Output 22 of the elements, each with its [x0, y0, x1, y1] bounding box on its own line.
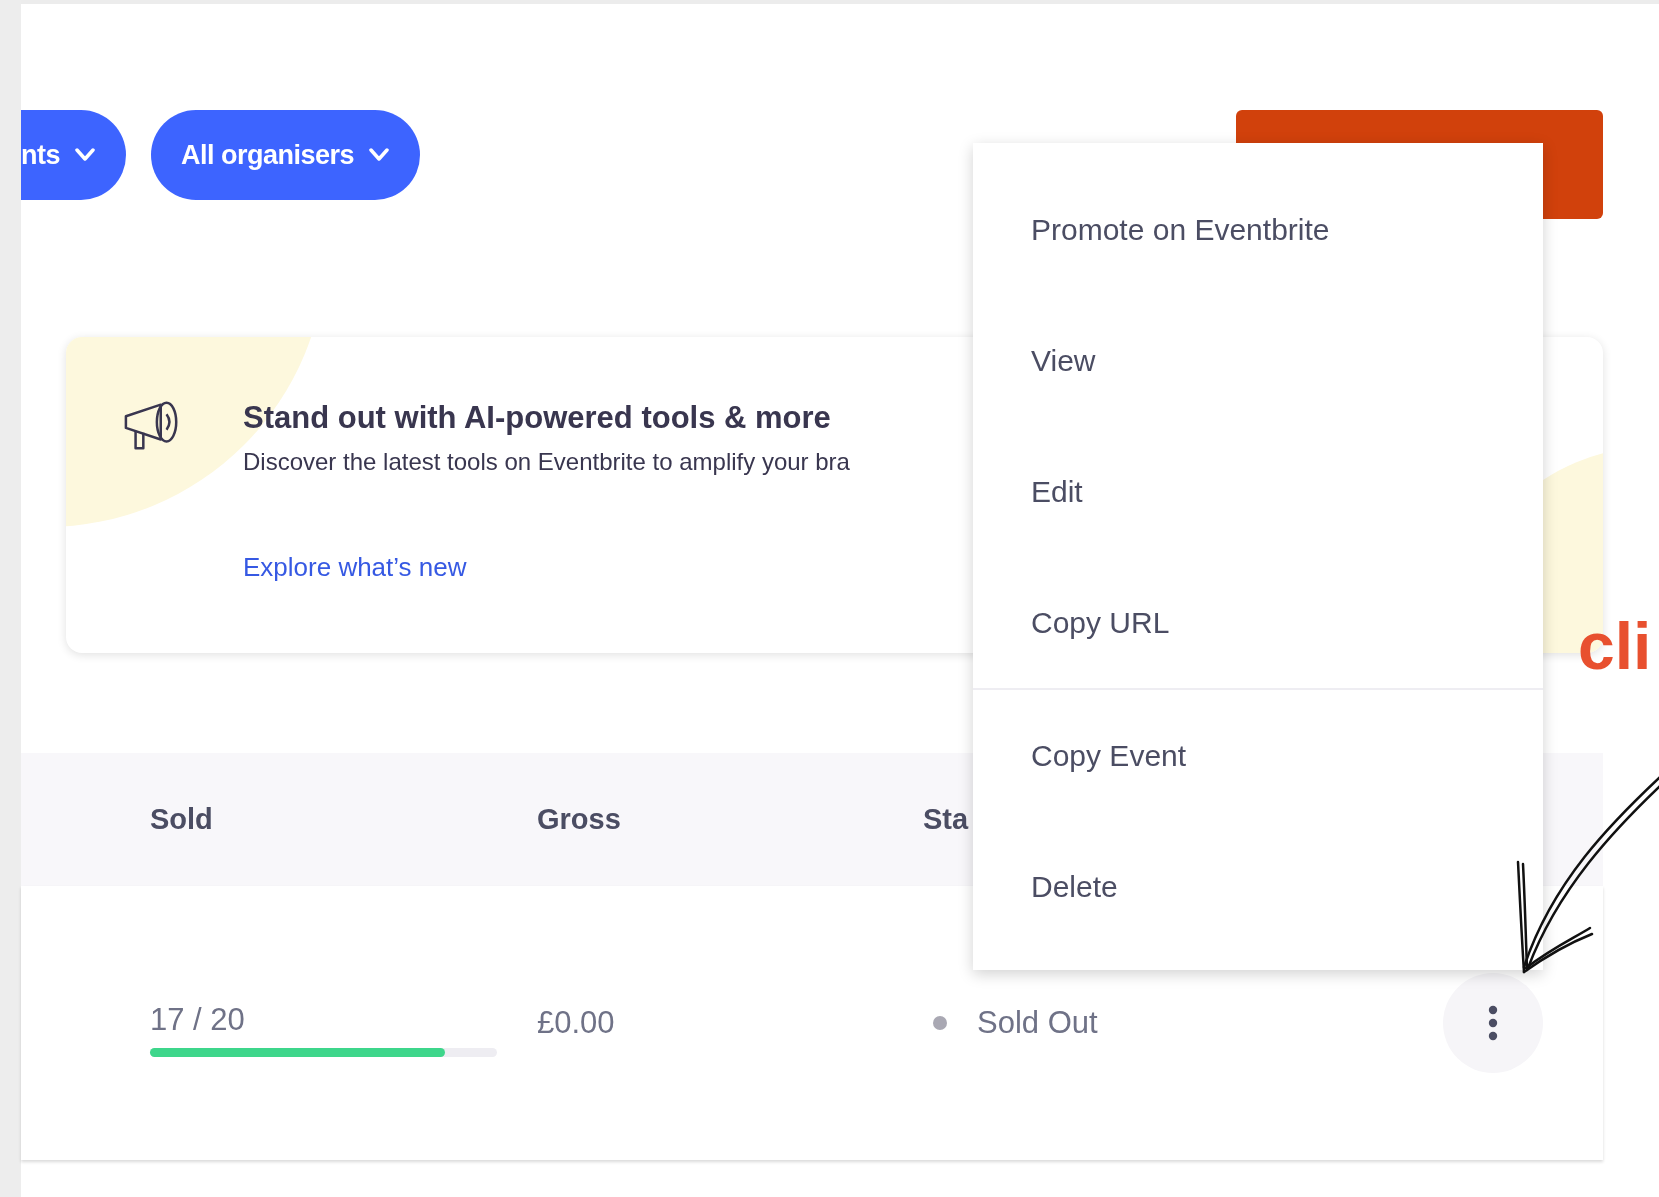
explore-link[interactable]: Explore what’s new	[243, 552, 467, 583]
sold-count: 17 / 20	[150, 1001, 245, 1038]
kebab-icon	[1488, 1005, 1498, 1041]
column-header: Sold	[150, 803, 213, 836]
chevron-down-icon	[74, 148, 96, 162]
menu-item[interactable]: Promote on Eventbrite	[973, 164, 1543, 295]
column-header: Sta	[923, 803, 969, 836]
gross-amount: £0.00	[537, 1005, 616, 1041]
menu-item[interactable]: Edit	[973, 426, 1543, 557]
promo-title: Stand out with AI-powered tools & more	[243, 400, 831, 436]
promo-description: Discover the latest tools on Eventbrite to amplify your bra	[243, 448, 850, 476]
menu-item[interactable]: Copy URL	[973, 557, 1543, 688]
chevron-down-icon	[368, 148, 391, 162]
menu-item[interactable]: Delete	[973, 821, 1543, 952]
filter-dropdown[interactable]: All organisers	[151, 110, 421, 200]
status-text: Sold Out	[977, 1005, 1098, 1041]
status-dot-icon	[933, 1016, 947, 1030]
menu-item[interactable]: View	[973, 295, 1543, 426]
menu-item[interactable]: Copy Event	[973, 690, 1543, 821]
annotation-text: cli	[1578, 608, 1652, 684]
column-header: Gross	[537, 803, 621, 836]
filter-dropdown[interactable]: nts	[21, 110, 126, 200]
